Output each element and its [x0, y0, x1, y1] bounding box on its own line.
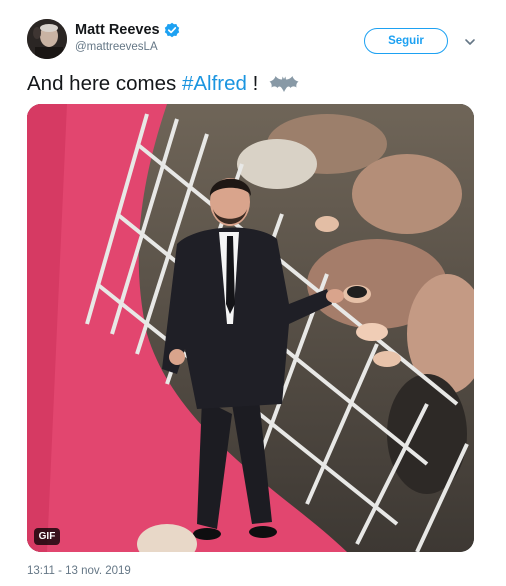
avatar[interactable]	[27, 19, 67, 59]
avatar-photo	[27, 19, 67, 59]
bat-emoji-icon	[269, 75, 299, 93]
tweet-text: And here comes #Alfred !	[27, 72, 299, 96]
tweet-text-before: And here comes	[27, 72, 182, 95]
verified-badge-icon	[164, 22, 180, 38]
follow-button[interactable]: Seguir	[364, 28, 448, 54]
gif-frame-image	[27, 104, 474, 552]
hashtag-link[interactable]: #Alfred	[182, 72, 247, 96]
author-name-line[interactable]: Matt Reeves	[75, 22, 180, 38]
tweet-text-after: !	[246, 72, 265, 95]
chevron-down-icon[interactable]	[464, 35, 476, 47]
gif-badge: GIF	[34, 528, 60, 545]
gif-media[interactable]: GIF	[27, 104, 474, 552]
author-display-name[interactable]: Matt Reeves	[75, 22, 160, 38]
author-handle[interactable]: @mattreevesLA	[75, 41, 158, 53]
tweet-timestamp[interactable]: 13:11 - 13 nov. 2019	[27, 565, 131, 577]
